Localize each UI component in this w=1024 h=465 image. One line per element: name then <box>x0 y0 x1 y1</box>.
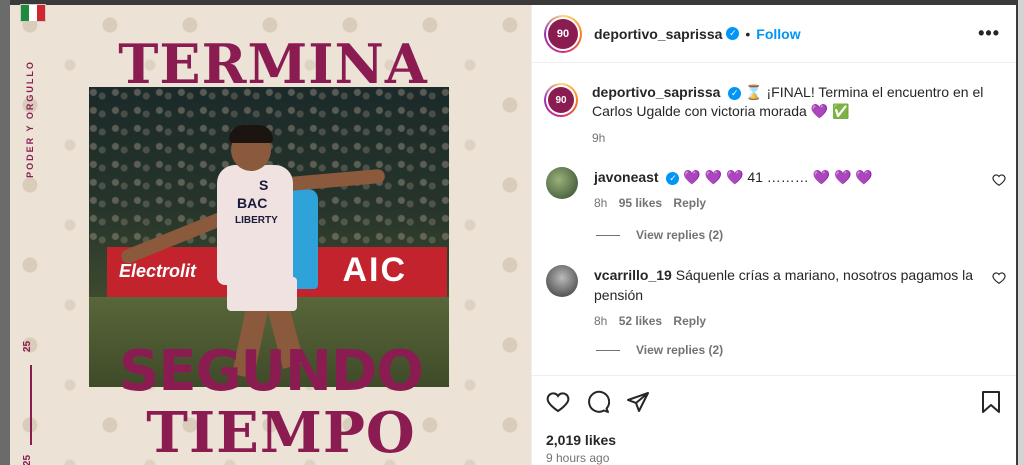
caption-avatar[interactable]: 90 <box>544 83 578 117</box>
comment-username[interactable]: javoneast <box>594 169 659 185</box>
side-number: 25 <box>22 340 34 353</box>
italy-flag-icon <box>20 4 46 22</box>
jersey-logo: S <box>259 177 269 193</box>
comment-time: 8h <box>594 196 608 210</box>
side-line <box>30 365 32 445</box>
comment-heart-icon[interactable] <box>992 271 1006 285</box>
scrollbar[interactable] <box>1018 0 1024 465</box>
backdrop <box>0 0 10 465</box>
avatar-logo: 90 <box>548 18 578 49</box>
more-options-icon[interactable]: ••• <box>978 23 1000 44</box>
follow-button[interactable]: Follow <box>756 26 800 42</box>
headline-top: TERMINA <box>118 32 428 96</box>
bookmark-icon[interactable] <box>980 390 1002 414</box>
comment-time: 8h <box>594 314 608 328</box>
comment-username[interactable]: vcarrillo_19 <box>594 267 672 283</box>
comment-likes[interactable]: 52 likes <box>619 314 662 328</box>
reply-button[interactable]: Reply <box>673 196 706 210</box>
view-replies-button[interactable]: View replies (2) <box>596 343 723 357</box>
view-replies-button[interactable]: View replies (2) <box>596 228 723 242</box>
player-hair <box>229 125 273 143</box>
banner-text: Electrolit <box>119 261 197 281</box>
account-username[interactable]: deportivo_saprissa <box>594 26 722 42</box>
account-avatar[interactable]: 90 <box>544 14 582 53</box>
caption-username[interactable]: deportivo_saprissa <box>592 84 720 100</box>
verified-icon: ✓ <box>726 27 740 40</box>
headline-bottom-1: SEGUNDO <box>119 339 424 404</box>
banner-brand: AIC <box>342 251 407 289</box>
side-label: PODER Y ORGULLO <box>25 60 35 178</box>
caption-time: 9h <box>592 131 606 145</box>
jersey-sponsor: BAC <box>237 195 268 211</box>
likes-count[interactable]: 2,019 likes <box>546 432 616 448</box>
caption: 90 deportivo_saprissa ✓ ⌛ ¡FINAL! Termin… <box>544 83 1004 148</box>
post-time: 9 hours ago <box>546 451 610 465</box>
post-image[interactable]: PODER Y ORGULLO 25 25 TERMINA Electrolit… <box>10 5 531 465</box>
comment-avatar[interactable] <box>546 265 578 297</box>
headline-bottom-2: TIEMPO <box>146 400 416 465</box>
jersey-sponsor-2: LIBERTY <box>235 215 278 226</box>
side-number-bottom: 25 <box>22 454 34 465</box>
post-actions: 2,019 likes 9 hours ago <box>532 375 1016 465</box>
post-details-panel: 90 deportivo_saprissa ✓ • Follow ••• 90 … <box>531 5 1016 465</box>
comment-icon[interactable] <box>586 390 610 414</box>
heart-icon[interactable] <box>546 390 570 414</box>
share-icon[interactable] <box>626 390 650 414</box>
comment-heart-icon[interactable] <box>992 173 1006 187</box>
post-header: 90 deportivo_saprissa ✓ • Follow ••• <box>532 5 1016 63</box>
comment-avatar[interactable] <box>546 167 578 199</box>
comment: javoneast ✓ 💜 💜 💜 41 ……… 💜 💜 💜 8h 95 lik… <box>546 167 1006 213</box>
comment-text: 💜 💜 💜 41 ……… 💜 💜 💜 <box>683 169 873 185</box>
separator-dot: • <box>745 25 751 42</box>
comment-likes[interactable]: 95 likes <box>619 196 662 210</box>
reply-button[interactable]: Reply <box>673 314 706 328</box>
verified-icon: ✓ <box>728 86 742 100</box>
verified-icon: ✓ <box>666 171 680 185</box>
comment: vcarrillo_19 Sáquenle crías a mariano, n… <box>546 265 1006 331</box>
